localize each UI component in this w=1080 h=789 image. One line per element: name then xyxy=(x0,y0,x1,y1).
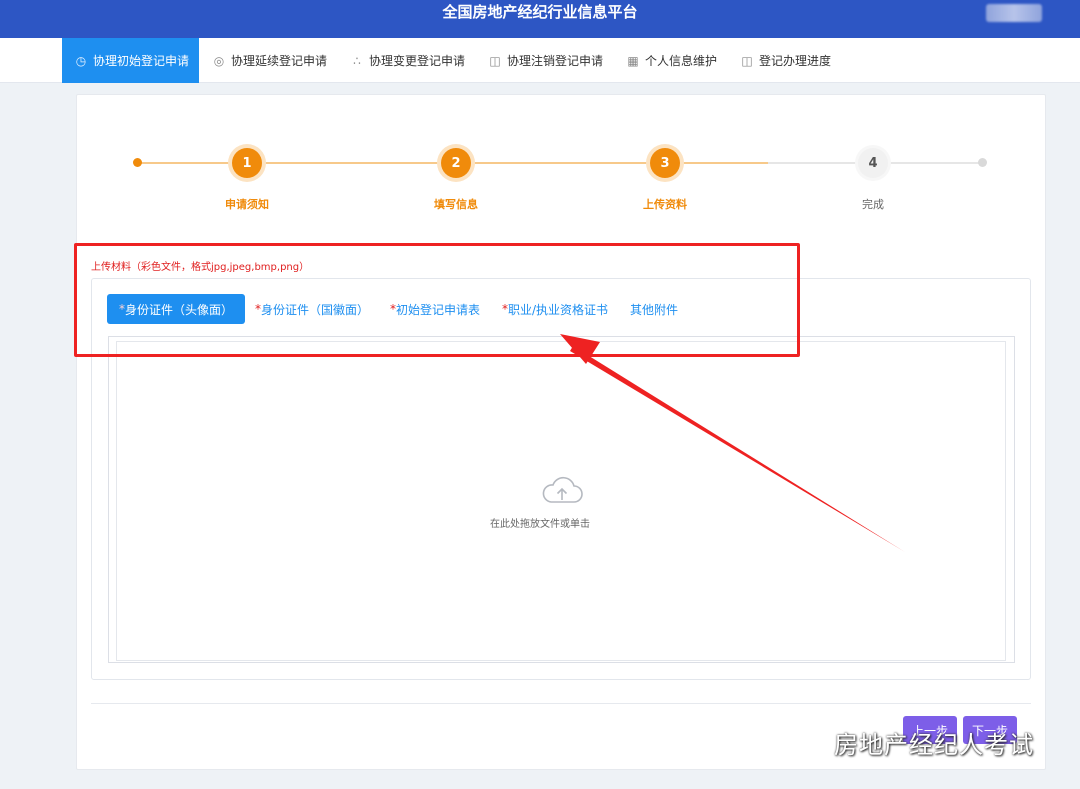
stepper-end-dot xyxy=(978,158,987,167)
step-2-circle: 2 xyxy=(441,148,471,178)
clock-icon: ◷ xyxy=(75,53,87,68)
tab-label: 身份证件（头像面） xyxy=(125,302,234,317)
book-icon: ◫ xyxy=(741,53,753,68)
tab-id-photo-side[interactable]: * 身份证件（头像面） xyxy=(107,294,246,324)
grid-icon: ▦ xyxy=(627,53,639,68)
nav-label: 协理变更登记申请 xyxy=(369,54,466,68)
bubbles-icon: ∴ xyxy=(353,53,361,68)
tab-label: 职业/执业资格证书 xyxy=(508,302,609,317)
target-icon: ◎ xyxy=(213,53,225,68)
step-4-label: 完成 xyxy=(862,198,884,211)
step-1-label: 申请须知 xyxy=(225,198,269,211)
cloud-upload-icon xyxy=(542,476,583,503)
book-icon: ◫ xyxy=(489,53,501,68)
nav-cancel-registration[interactable]: ◫ 协理注销登记申请 xyxy=(488,38,603,83)
nav-change-registration[interactable]: ∴ 协理变更登记申请 xyxy=(350,38,465,83)
upload-materials-title: 上传材料（彩色文件，格式jpg,jpeg,bmp,png） xyxy=(91,262,310,273)
nav-registration-progress[interactable]: ◫ 登记办理进度 xyxy=(740,38,831,83)
tab-label: 其他附件 xyxy=(630,302,679,317)
footer-divider xyxy=(91,703,1031,704)
step-4-circle: 4 xyxy=(858,148,888,178)
watermark-text: 房地产经纪人考试 xyxy=(834,730,1034,759)
stepper-start-dot xyxy=(133,158,142,167)
nav-label: 登记办理进度 xyxy=(759,54,832,68)
platform-title: 全国房地产经纪行业信息平台 xyxy=(442,3,638,21)
step-3-circle: 3 xyxy=(650,148,680,178)
top-header: 全国房地产经纪行业信息平台 xyxy=(0,0,1080,38)
tab-id-emblem-side[interactable]: * 身份证件（国徽面） xyxy=(255,294,369,324)
dropzone-hint: 在此处拖放文件或单击 xyxy=(490,519,590,530)
tab-other-attachments[interactable]: 其他附件 xyxy=(630,294,678,324)
nav-personal-info[interactable]: ▦ 个人信息维护 xyxy=(626,38,717,83)
tab-qualification-certificate[interactable]: * 职业/执业资格证书 xyxy=(502,294,608,324)
main-nav: ◷ 协理初始登记申请 ◎ 协理延续登记申请 ∴ 协理变更登记申请 ◫ 协理注销登… xyxy=(0,38,1080,83)
watermark: 房地产经纪人考试 xyxy=(790,724,1034,760)
wechat-icon xyxy=(791,729,826,755)
nav-label: 协理初始登记申请 xyxy=(93,54,190,68)
tab-initial-application-form[interactable]: * 初始登记申请表 xyxy=(390,294,480,324)
nav-initial-registration[interactable]: ◷ 协理初始登记申请 xyxy=(62,38,200,83)
step-1-circle: 1 xyxy=(232,148,262,178)
nav-label: 协理延续登记申请 xyxy=(231,54,328,68)
nav-label: 协理注销登记申请 xyxy=(507,54,604,68)
nav-renewal-registration[interactable]: ◎ 协理延续登记申请 xyxy=(212,38,327,83)
tab-label: 身份证件（国徽面） xyxy=(261,302,370,317)
nav-label: 个人信息维护 xyxy=(645,54,718,68)
step-3-label: 上传资料 xyxy=(643,198,687,211)
tab-label: 初始登记申请表 xyxy=(396,302,481,317)
user-info-blurred[interactable] xyxy=(986,4,1042,22)
step-2-label: 填写信息 xyxy=(434,198,478,211)
